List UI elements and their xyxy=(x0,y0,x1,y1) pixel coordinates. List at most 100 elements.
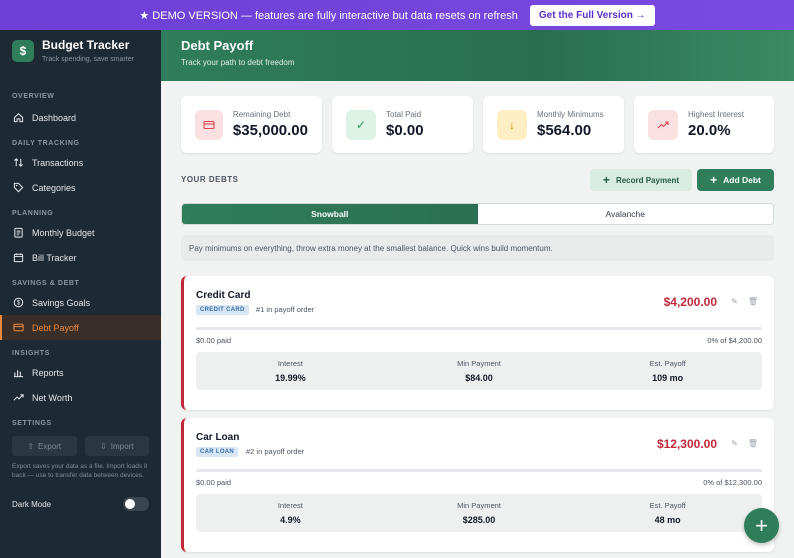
metric-value: 4.9% xyxy=(280,515,301,525)
import-button[interactable]: ⇩ Import xyxy=(84,436,149,456)
sidebar-item-reports[interactable]: Reports xyxy=(0,360,161,385)
debt-card: Car Loan CAR LOAN #2 in payoff order $12… xyxy=(181,418,774,552)
trending-up-icon xyxy=(648,109,678,140)
section-savings-debt: SAVINGS & DEBT xyxy=(12,279,80,287)
payoff-progress-bar xyxy=(196,327,762,330)
payoff-order: #2 in payoff order xyxy=(246,447,305,456)
sidebar-item-categories[interactable]: Categories xyxy=(0,175,161,200)
sidebar: $ Budget Tracker Track spending, save sm… xyxy=(0,30,161,558)
section-insights: INSIGHTS xyxy=(12,349,50,357)
metric-interest: Interest 4.9% xyxy=(196,494,385,532)
section-planning: PLANNING xyxy=(12,209,54,217)
paid-percent: 0% of $12,300.00 xyxy=(703,478,762,487)
stat-value: $35,000.00 xyxy=(232,122,308,139)
coin-icon: $ xyxy=(12,297,24,309)
section-overview: OVERVIEW xyxy=(12,92,55,100)
sidebar-item-monthly-budget[interactable]: Monthly Budget xyxy=(0,220,161,245)
metric-min-payment: Min Payment $285.00 xyxy=(385,494,574,532)
calendar-icon xyxy=(12,252,24,264)
sidebar-item-dashboard[interactable]: Dashboard xyxy=(0,105,161,130)
payoff-progress-bar xyxy=(196,469,762,472)
credit-card-icon xyxy=(195,109,223,140)
arrows-updown-icon xyxy=(12,157,24,169)
stat-highest-interest: Highest Interest 20.0% xyxy=(634,96,774,153)
debt-name: Car Loan xyxy=(196,432,240,443)
stat-value: 20.0% xyxy=(688,122,731,139)
home-icon xyxy=(12,112,24,124)
metric-label: Min Payment xyxy=(457,501,501,510)
dark-mode-row: Dark Mode xyxy=(0,497,161,511)
clipboard-icon xyxy=(12,227,24,239)
your-debts-title: YOUR DEBTS xyxy=(181,175,239,184)
export-button[interactable]: ⇪ Export xyxy=(12,436,77,456)
metric-label: Est. Payoff xyxy=(649,501,686,510)
brand: $ Budget Tracker Track spending, save sm… xyxy=(0,30,161,75)
record-payment-button[interactable]: + Record Payment xyxy=(590,169,692,191)
record-payment-label: Record Payment xyxy=(615,175,680,185)
arrow-down-icon: ↓ xyxy=(497,109,527,140)
sidebar-item-savings-goals[interactable]: $ Savings Goals xyxy=(0,290,161,315)
tab-snowball[interactable]: Snowball xyxy=(182,204,478,224)
download-icon: ⇩ xyxy=(100,441,107,451)
sidebar-item-bill-tracker[interactable]: Bill Tracker xyxy=(0,245,161,270)
get-full-version-button[interactable]: Get the Full Version → xyxy=(529,4,655,26)
metric-value: $285.00 xyxy=(462,515,496,525)
payoff-order: #1 in payoff order xyxy=(256,305,315,314)
page-header: Debt Payoff Track your path to debt free… xyxy=(161,30,794,81)
metric-est-payoff: Est. Payoff 48 mo xyxy=(573,494,762,532)
app-subtitle: Track spending, save smarter xyxy=(42,56,134,63)
credit-card-icon xyxy=(12,322,24,334)
strategy-description: Pay minimums on everything, throw extra … xyxy=(181,235,774,261)
app-title: Budget Tracker xyxy=(42,38,130,52)
add-debt-button[interactable]: + Add Debt xyxy=(697,169,774,191)
metric-label: Min Payment xyxy=(457,359,501,368)
metric-value: $84.00 xyxy=(465,373,493,383)
demo-banner: ★ DEMO VERSION — features are fully inte… xyxy=(0,0,794,30)
sidebar-item-label: Reports xyxy=(32,367,64,378)
sidebar-item-label: Dashboard xyxy=(32,112,77,123)
sidebar-item-net-worth[interactable]: Net Worth xyxy=(0,385,161,410)
sidebar-item-transactions[interactable]: Transactions xyxy=(0,150,161,175)
trash-icon[interactable]: 🗑 xyxy=(748,439,758,448)
debt-metrics: Interest 19.99% Min Payment $84.00 Est. … xyxy=(196,352,762,390)
sidebar-item-label: Monthly Budget xyxy=(32,227,95,238)
sidebar-item-label: Debt Payoff xyxy=(32,322,79,333)
stat-total-paid: ✓ Total Paid $0.00 xyxy=(332,96,473,153)
trending-up-icon xyxy=(12,392,24,404)
trash-icon[interactable]: 🗑 xyxy=(748,297,758,306)
metric-value: 19.99% xyxy=(275,373,306,383)
metric-value: 109 mo xyxy=(652,373,684,383)
demo-banner-text: ★ DEMO VERSION — features are fully inte… xyxy=(139,9,518,22)
sidebar-item-debt-payoff[interactable]: Debt Payoff xyxy=(0,315,161,340)
import-label: Import xyxy=(110,441,134,451)
check-icon: ✓ xyxy=(346,109,376,140)
metric-min-payment: Min Payment $84.00 xyxy=(385,352,574,390)
strategy-tabs: Snowball Avalanche xyxy=(181,203,774,225)
tab-avalanche[interactable]: Avalanche xyxy=(478,204,774,224)
sidebar-item-label: Categories xyxy=(32,182,76,193)
debt-amount: $4,200.00 xyxy=(663,295,717,309)
stat-value: $0.00 xyxy=(386,122,424,139)
dark-mode-toggle[interactable] xyxy=(123,497,149,511)
dark-mode-label: Dark Mode xyxy=(12,499,52,509)
metric-value: 48 mo xyxy=(654,515,681,525)
metric-label: Est. Payoff xyxy=(649,359,686,368)
section-daily-tracking: DAILY TRACKING xyxy=(12,139,80,147)
plus-icon: + xyxy=(755,512,768,538)
stat-label: Highest Interest xyxy=(688,110,745,119)
plus-icon: + xyxy=(710,173,718,187)
debt-name: Credit Card xyxy=(196,290,251,301)
stat-label: Monthly Minimums xyxy=(537,110,604,119)
sidebar-item-label: Transactions xyxy=(32,157,84,168)
add-fab-button[interactable]: + xyxy=(744,508,779,543)
edit-icon[interactable]: ✎ xyxy=(731,297,738,306)
paid-amount: $0.00 paid xyxy=(196,336,232,345)
bar-chart-icon xyxy=(12,367,24,379)
debt-card: Credit Card CREDIT CARD #1 in payoff ord… xyxy=(181,276,774,410)
toggle-knob xyxy=(125,499,135,509)
debt-metrics: Interest 4.9% Min Payment $285.00 Est. P… xyxy=(196,494,762,532)
dollar-icon: $ xyxy=(12,40,34,62)
edit-icon[interactable]: ✎ xyxy=(731,439,738,448)
upload-icon: ⇪ xyxy=(27,441,35,451)
paid-amount: $0.00 paid xyxy=(196,478,232,487)
